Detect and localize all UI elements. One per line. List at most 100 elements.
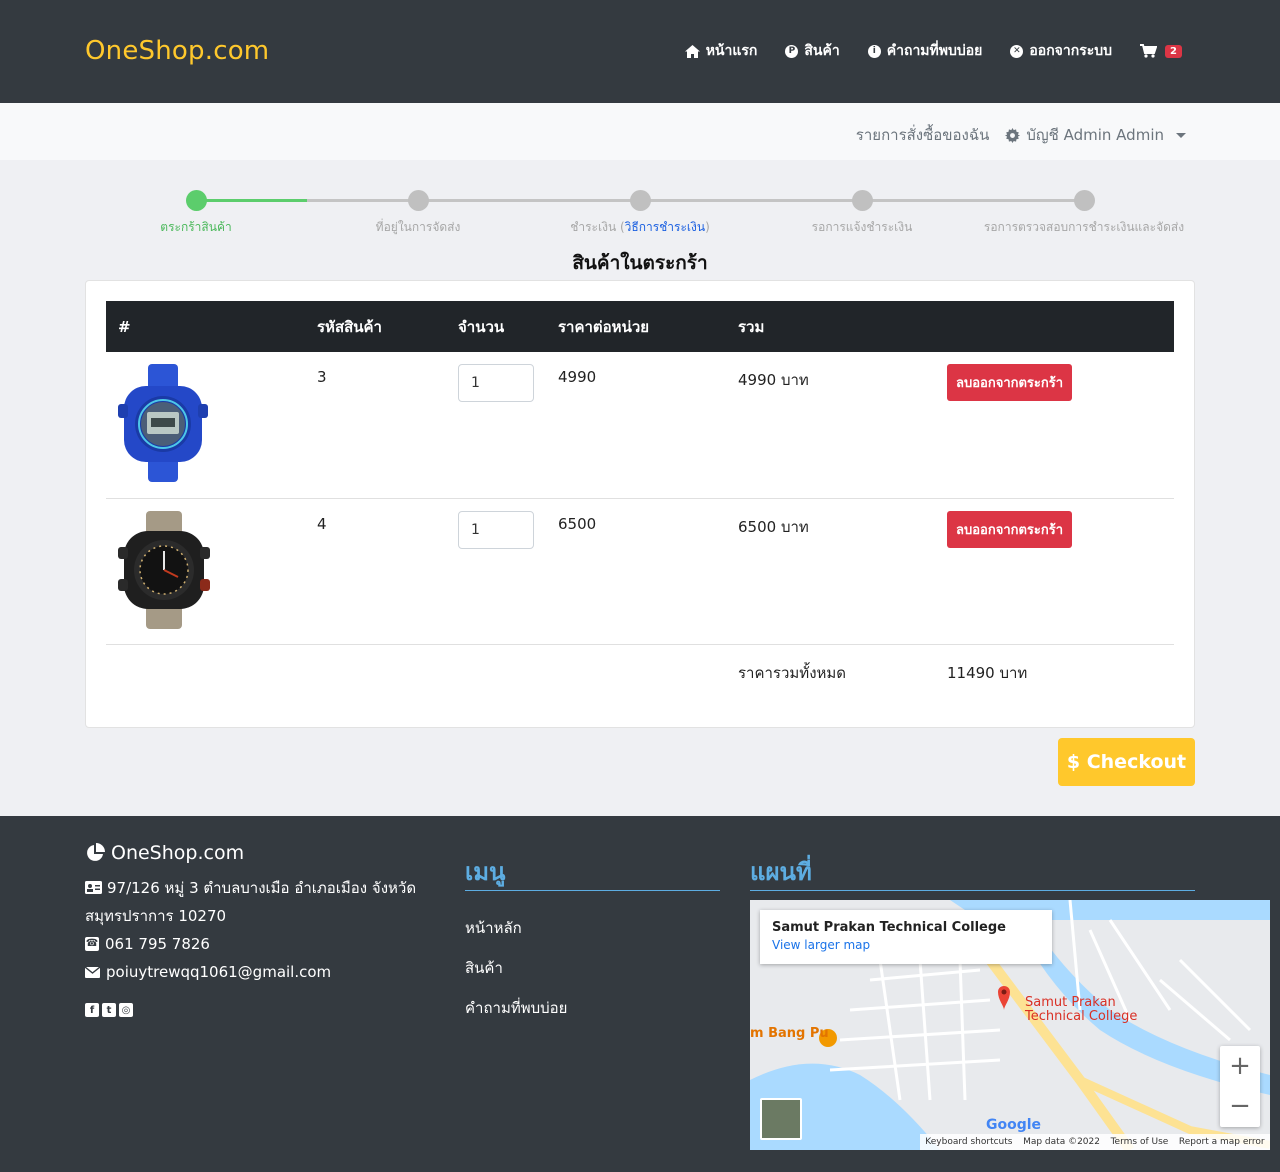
table-row: 4 6500 6500 บาท ลบออกจากตระกร้า [106,498,1174,645]
chevron-down-icon [1176,132,1186,138]
header-qty: จำนวน [458,317,505,336]
address-card-icon [85,881,102,894]
instagram-icon[interactable]: ◎ [119,1003,133,1017]
menu-divider [465,890,720,891]
step-dot-notify [852,190,873,211]
cart-card: # รหัสสินค้า จำนวน ราคาต่อหน่วย รวม 3 1 … [85,280,1195,728]
footer-link-faq[interactable]: คำถามที่พบบ่อย [465,988,567,1028]
nav-products-label: สินค้า [804,43,840,59]
pie-chart-icon [87,843,105,861]
header-index: # [118,317,131,336]
product-image-cell [106,352,305,499]
cart-table: # รหัสสินค้า จำนวน ราคาต่อหน่วย รวม 3 1 … [106,301,1174,728]
close-icon: ✕ [1010,44,1024,58]
map-divider [750,890,1195,891]
nav-menu: หน้าแรก P สินค้า i คำถามที่พบบ่อย ✕ ออกจ… [684,40,1182,62]
grand-total-row: ราคารวมทั้งหมด 11490 บาท [106,644,1174,728]
account-bar: รายการสั่งซื้อของฉัน บัญชี Admin Admin [0,103,1280,160]
report-error-link[interactable]: Report a map error [1179,1137,1265,1147]
brand-logo[interactable]: OneShop.com [85,36,269,66]
step-label-address: ที่อยู่ในการจัดส่ง [375,220,461,234]
quantity-input[interactable] [458,364,534,402]
step-dot-address [408,190,429,211]
phone-icon: ☎ [85,937,99,951]
remove-from-cart-button[interactable]: ลบออกจากตระกร้า [947,364,1073,401]
line-total: 6500 บาท [726,498,935,645]
unit-price: 6500 [546,498,726,645]
map-attribution: Keyboard shortcuts Map data ©2022 Terms … [920,1134,1270,1150]
satellite-toggle[interactable] [760,1098,802,1140]
footer-menu-title: เมนู [465,858,506,886]
google-logo: Google [986,1117,1042,1133]
info-icon: i [867,44,881,58]
embedded-map[interactable]: Samut Prakan Technical College View larg… [750,900,1270,1150]
checkout-button[interactable]: $ Checkout [1058,738,1195,786]
envelope-icon [85,966,100,978]
product-icon: P [785,44,799,58]
my-orders-link[interactable]: รายการสั่งซื้อของฉัน [856,123,990,147]
page-title: สินค้าในตระกร้า [572,252,708,274]
zoom-in-button[interactable]: + [1220,1046,1260,1086]
nav-home[interactable]: หน้าแรก [684,40,758,62]
cart-count-badge: 2 [1165,44,1182,58]
payment-method-link[interactable]: วิธีการชำระเงิน [625,220,705,234]
header-total: รวม [738,317,765,336]
footer-link-products[interactable]: สินค้า [465,948,567,988]
nav-home-label: หน้าแรก [705,43,758,59]
map-poi-label: m Bang Pu [750,1026,829,1041]
qty-cell [446,352,546,499]
zoom-out-button[interactable]: − [1220,1086,1260,1126]
view-larger-map-link[interactable]: View larger map [772,938,1040,952]
product-code: 3 [305,352,446,499]
address: 97/126 หมู่ 3 ตำบลบางเมือ อำเภอเมือง จัง… [85,874,425,930]
table-row: 3 4990 4990 บาท ลบออกจากตระกร้า [106,352,1174,499]
map-place-card: Samut Prakan Technical College View larg… [760,910,1052,964]
table-header: # รหัสสินค้า จำนวน ราคาต่อหน่วย รวม [106,301,1174,352]
address-text: 97/126 หมู่ 3 ตำบลบางเมือ อำเภอเมือง จัง… [85,879,417,925]
cart-icon [1140,44,1158,58]
account-label: บัญชี Admin Admin [1026,126,1164,144]
step-label-cart: ตระกร้าสินค้า [160,220,232,234]
action-cell: ลบออกจากตระกร้า [935,498,1174,645]
phone: ☎ 061 795 7826 [85,930,425,958]
checkout-progress: ตระกร้าสินค้า ที่อยู่ในการจัดส่ง ชำระเงิ… [85,185,1195,245]
gear-icon [1005,127,1021,143]
nav-logout[interactable]: ✕ ออกจากระบบ [1010,40,1112,62]
twitter-icon[interactable]: t [102,1003,116,1017]
product-code: 4 [305,498,446,645]
step-label-notify: รอการแจ้งชำระเงิน [811,220,913,234]
unit-price: 4990 [546,352,726,499]
footer-map-title: แผนที่ [750,858,812,886]
footer-link-home[interactable]: หน้าหลัก [465,908,567,948]
map-data-text: Map data ©2022 [1023,1137,1100,1147]
grand-total-label: ราคารวมทั้งหมด [738,663,847,682]
nav-faq-label: คำถามที่พบบ่อย [886,43,983,59]
nav-faq[interactable]: i คำถามที่พบบ่อย [867,40,983,62]
blue-watch-image [118,364,208,482]
step-dot-cart [186,190,207,211]
progress-fill [196,199,307,202]
action-cell: ลบออกจากตระกร้า [935,352,1174,499]
line-total: 4990 บาท [726,352,935,499]
home-icon [684,44,700,58]
nav-logout-label: ออกจากระบบ [1029,43,1113,59]
facebook-icon[interactable]: f [85,1003,99,1017]
map-place-name: Samut Prakan Technical College [772,920,1006,935]
nav-cart[interactable]: 2 [1140,44,1182,58]
navbar: OneShop.com หน้าแรก P สินค้า i คำถามที่พ… [0,0,1280,103]
quantity-input[interactable] [458,510,534,549]
header-action [935,301,1174,352]
header-code: รหัสสินค้า [317,317,382,336]
terms-link[interactable]: Terms of Use [1111,1137,1169,1147]
product-image-cell [106,498,305,645]
black-watch-image [118,510,210,629]
remove-from-cart-button[interactable]: ลบออกจากตระกร้า [947,510,1073,548]
email: poiuytrewqq1061@gmail.com [85,958,425,986]
footer-brand-label: OneShop.com [111,842,245,864]
keyboard-shortcuts-link[interactable]: Keyboard shortcuts [925,1137,1012,1147]
nav-products[interactable]: P สินค้า [785,40,840,62]
map-zoom-controls: + − [1220,1046,1260,1127]
map-pin-label: Samut Prakan Technical College [1025,995,1138,1024]
contact-info: 97/126 หมู่ 3 ตำบลบางเมือ อำเภอเมือง จัง… [85,874,425,986]
account-dropdown[interactable]: บัญชี Admin Admin [1005,123,1186,147]
